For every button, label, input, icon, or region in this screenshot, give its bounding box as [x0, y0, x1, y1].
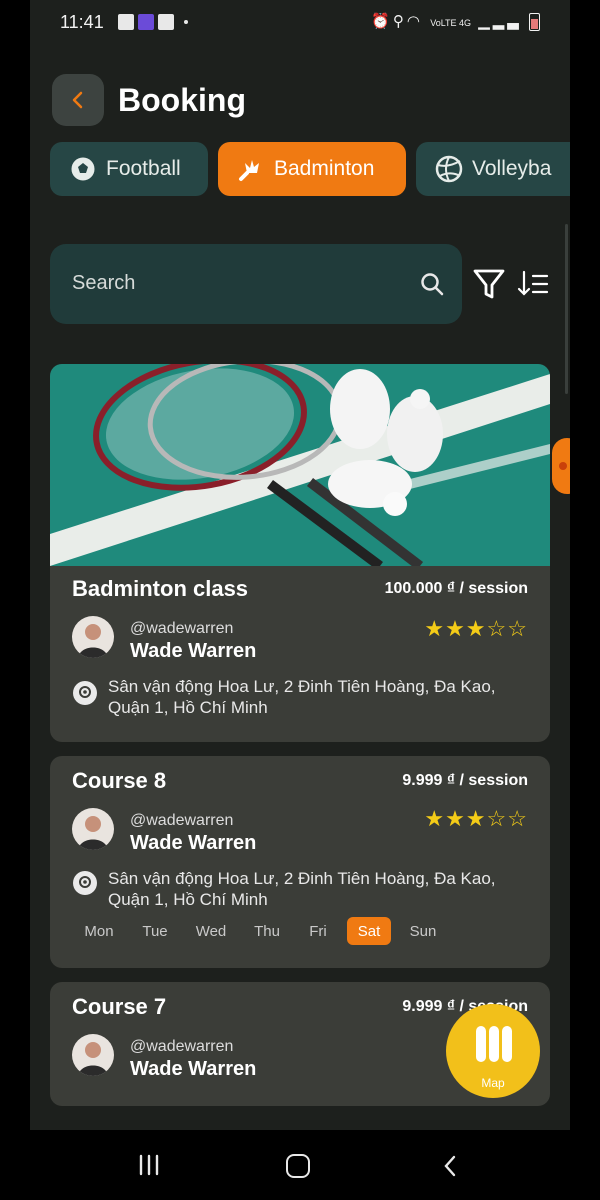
location-pin-icon	[73, 681, 97, 705]
map-button-label: Map	[481, 1076, 505, 1090]
avatar[interactable]	[72, 1034, 114, 1076]
status-bar: 11:41 ⏰⚲◠ VoLTE 4G ▁▂▃	[30, 0, 570, 48]
star-outline-icon: ☆	[507, 806, 528, 831]
header: Booking	[30, 72, 570, 132]
day-sat[interactable]: Sat	[347, 917, 391, 945]
course-price: 9.999 ₫ / session	[402, 772, 528, 789]
wifi-icon: ◠	[406, 13, 424, 30]
app-notification-icon	[138, 14, 154, 30]
course-address: Sân vận động Hoa Lư, 2 Đinh Tiên Hoàng, …	[108, 869, 496, 909]
search-input[interactable]: Search	[72, 272, 135, 295]
sort-icon[interactable]	[516, 268, 550, 300]
instructor-name[interactable]: Wade Warren	[130, 640, 256, 663]
day-mon[interactable]: Mon	[72, 917, 126, 945]
course-card[interactable]: Badminton class 100.000 ₫ / session @wad…	[50, 364, 550, 742]
course-card[interactable]: Course 8 9.999 ₫ / session @wadewarren W…	[50, 756, 550, 968]
signal-icon: ▁▂▃	[478, 13, 522, 30]
back-icon[interactable]	[442, 1154, 458, 1178]
badminton-photo	[50, 364, 550, 566]
location-pin-icon	[73, 871, 97, 895]
search-icon[interactable]	[418, 270, 446, 298]
location-icon: ⚲	[392, 13, 407, 30]
system-nav-bar	[30, 1130, 570, 1200]
tab-label: Badminton	[274, 157, 375, 180]
instructor-handle: @wadewarren	[130, 812, 234, 829]
person-icon	[78, 1042, 108, 1076]
rating-stars: ★★★☆☆	[424, 616, 528, 642]
filter-icon[interactable]	[472, 266, 506, 302]
star-filled-icon: ★	[424, 806, 446, 831]
back-button[interactable]	[52, 74, 104, 126]
battery-icon	[529, 13, 540, 32]
home-icon[interactable]	[286, 1154, 310, 1178]
rating-stars: ★★★☆☆	[424, 806, 528, 832]
status-time: 11:41	[60, 12, 104, 32]
star-outline-icon: ☆	[486, 806, 508, 831]
notification-icons	[118, 14, 188, 30]
tab-football[interactable]: Football	[50, 142, 208, 196]
status-right-icons: ⏰⚲◠ VoLTE 4G ▁▂▃	[371, 12, 540, 32]
floating-edge-handle[interactable]	[552, 438, 570, 494]
star-filled-icon: ★	[465, 806, 487, 831]
notification-icon	[158, 14, 174, 30]
instructor-name[interactable]: Wade Warren	[130, 1058, 256, 1081]
person-icon	[78, 816, 108, 850]
tab-volleyball[interactable]: Volleyba	[416, 142, 570, 196]
tab-label: Football	[106, 157, 181, 180]
soccer-ball-icon	[68, 154, 98, 184]
course-title: Course 7	[72, 994, 167, 1019]
alarm-icon: ⏰	[371, 13, 393, 30]
weekday-selector: Mon Tue Wed Thu Fri Sat Sun	[72, 917, 452, 945]
person-icon	[78, 624, 108, 658]
instructor-handle: @wadewarren	[130, 620, 234, 637]
chevron-left-icon	[72, 91, 83, 109]
day-thu[interactable]: Thu	[240, 917, 294, 945]
star-filled-icon: ★	[465, 616, 487, 641]
star-filled-icon: ★	[445, 616, 466, 641]
avatar[interactable]	[72, 616, 114, 658]
day-tue[interactable]: Tue	[128, 917, 182, 945]
notification-icon	[118, 14, 134, 30]
day-sun[interactable]: Sun	[396, 917, 450, 945]
avatar[interactable]	[72, 808, 114, 850]
star-filled-icon: ★	[424, 616, 446, 641]
sport-tabs: Football Badminton Volleyba	[50, 142, 570, 198]
day-wed[interactable]: Wed	[184, 917, 238, 945]
map-icon	[476, 1026, 512, 1062]
more-notifications-icon	[184, 20, 188, 24]
tab-label: Volleyba	[472, 157, 552, 180]
shuttlecock-icon	[236, 154, 266, 184]
volleyball-icon	[434, 154, 464, 184]
network-label: VoLTE 4G	[430, 18, 472, 28]
recent-apps-icon[interactable]	[138, 1154, 160, 1176]
instructor-name[interactable]: Wade Warren	[130, 832, 256, 855]
map-button[interactable]: Map	[446, 1004, 540, 1098]
star-filled-icon: ★	[445, 806, 466, 831]
search-field[interactable]: Search	[50, 244, 462, 324]
instructor-handle: @wadewarren	[130, 1038, 234, 1055]
tab-badminton[interactable]: Badminton	[218, 142, 406, 196]
course-address: Sân vận động Hoa Lư, 2 Đinh Tiên Hoàng, …	[108, 677, 496, 717]
course-title: Course 8	[72, 768, 167, 793]
day-fri[interactable]: Fri	[296, 917, 340, 945]
scrollbar[interactable]	[565, 224, 568, 394]
star-outline-icon: ☆	[486, 616, 508, 641]
course-title: Badminton class	[72, 576, 249, 601]
star-outline-icon: ☆	[507, 616, 528, 641]
app-screen: 11:41 ⏰⚲◠ VoLTE 4G ▁▂▃ Booking Football	[30, 0, 570, 1200]
course-price: 100.000 ₫ / session	[384, 580, 528, 597]
page-title: Booking	[118, 82, 246, 118]
